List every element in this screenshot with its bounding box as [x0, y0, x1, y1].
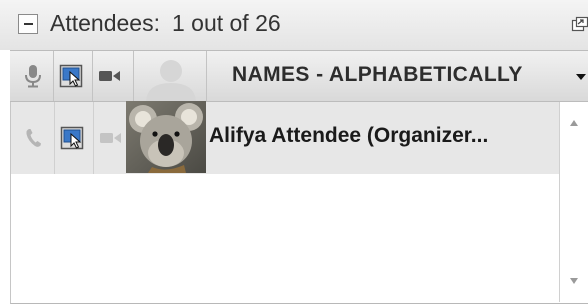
column-header-row: NAMES - ALPHABETICALLY — [10, 50, 588, 102]
default-avatar-icon — [146, 60, 196, 101]
sort-label[interactable]: NAMES - ALPHABETICALLY — [232, 63, 523, 87]
attendees-title: Attendees: 1 out of 26 — [50, 10, 281, 37]
attendee-list: Alifya Attendee (Organizer... — [10, 101, 588, 304]
scroll-down-icon[interactable] — [570, 278, 578, 284]
attendee-avatar — [126, 101, 206, 173]
chevron-down-icon[interactable] — [576, 74, 586, 80]
microphone-icon[interactable] — [23, 64, 43, 88]
collapse-icon[interactable] — [18, 14, 38, 34]
video-camera-icon[interactable] — [98, 68, 122, 84]
attendees-title-label: Attendees: — [50, 10, 160, 36]
presenter-screen-icon[interactable] — [60, 126, 84, 150]
popout-icon[interactable] — [571, 16, 588, 33]
presenter-screen-icon[interactable] — [59, 64, 83, 88]
list-scrollbar[interactable] — [559, 102, 587, 302]
list-item[interactable]: Alifya Attendee (Organizer... — [11, 101, 559, 174]
attendee-count: 1 out of 26 — [171, 10, 281, 36]
phone-icon[interactable] — [25, 128, 43, 148]
attendee-name: Alifya Attendee (Organizer... — [209, 124, 489, 147]
attendees-header: Attendees: 1 out of 26 — [0, 0, 588, 50]
attendees-panel: Attendees: 1 out of 26 NAMES - ALPHABETI… — [0, 0, 588, 304]
scroll-up-icon[interactable] — [570, 120, 578, 126]
video-camera-icon[interactable] — [99, 130, 123, 146]
